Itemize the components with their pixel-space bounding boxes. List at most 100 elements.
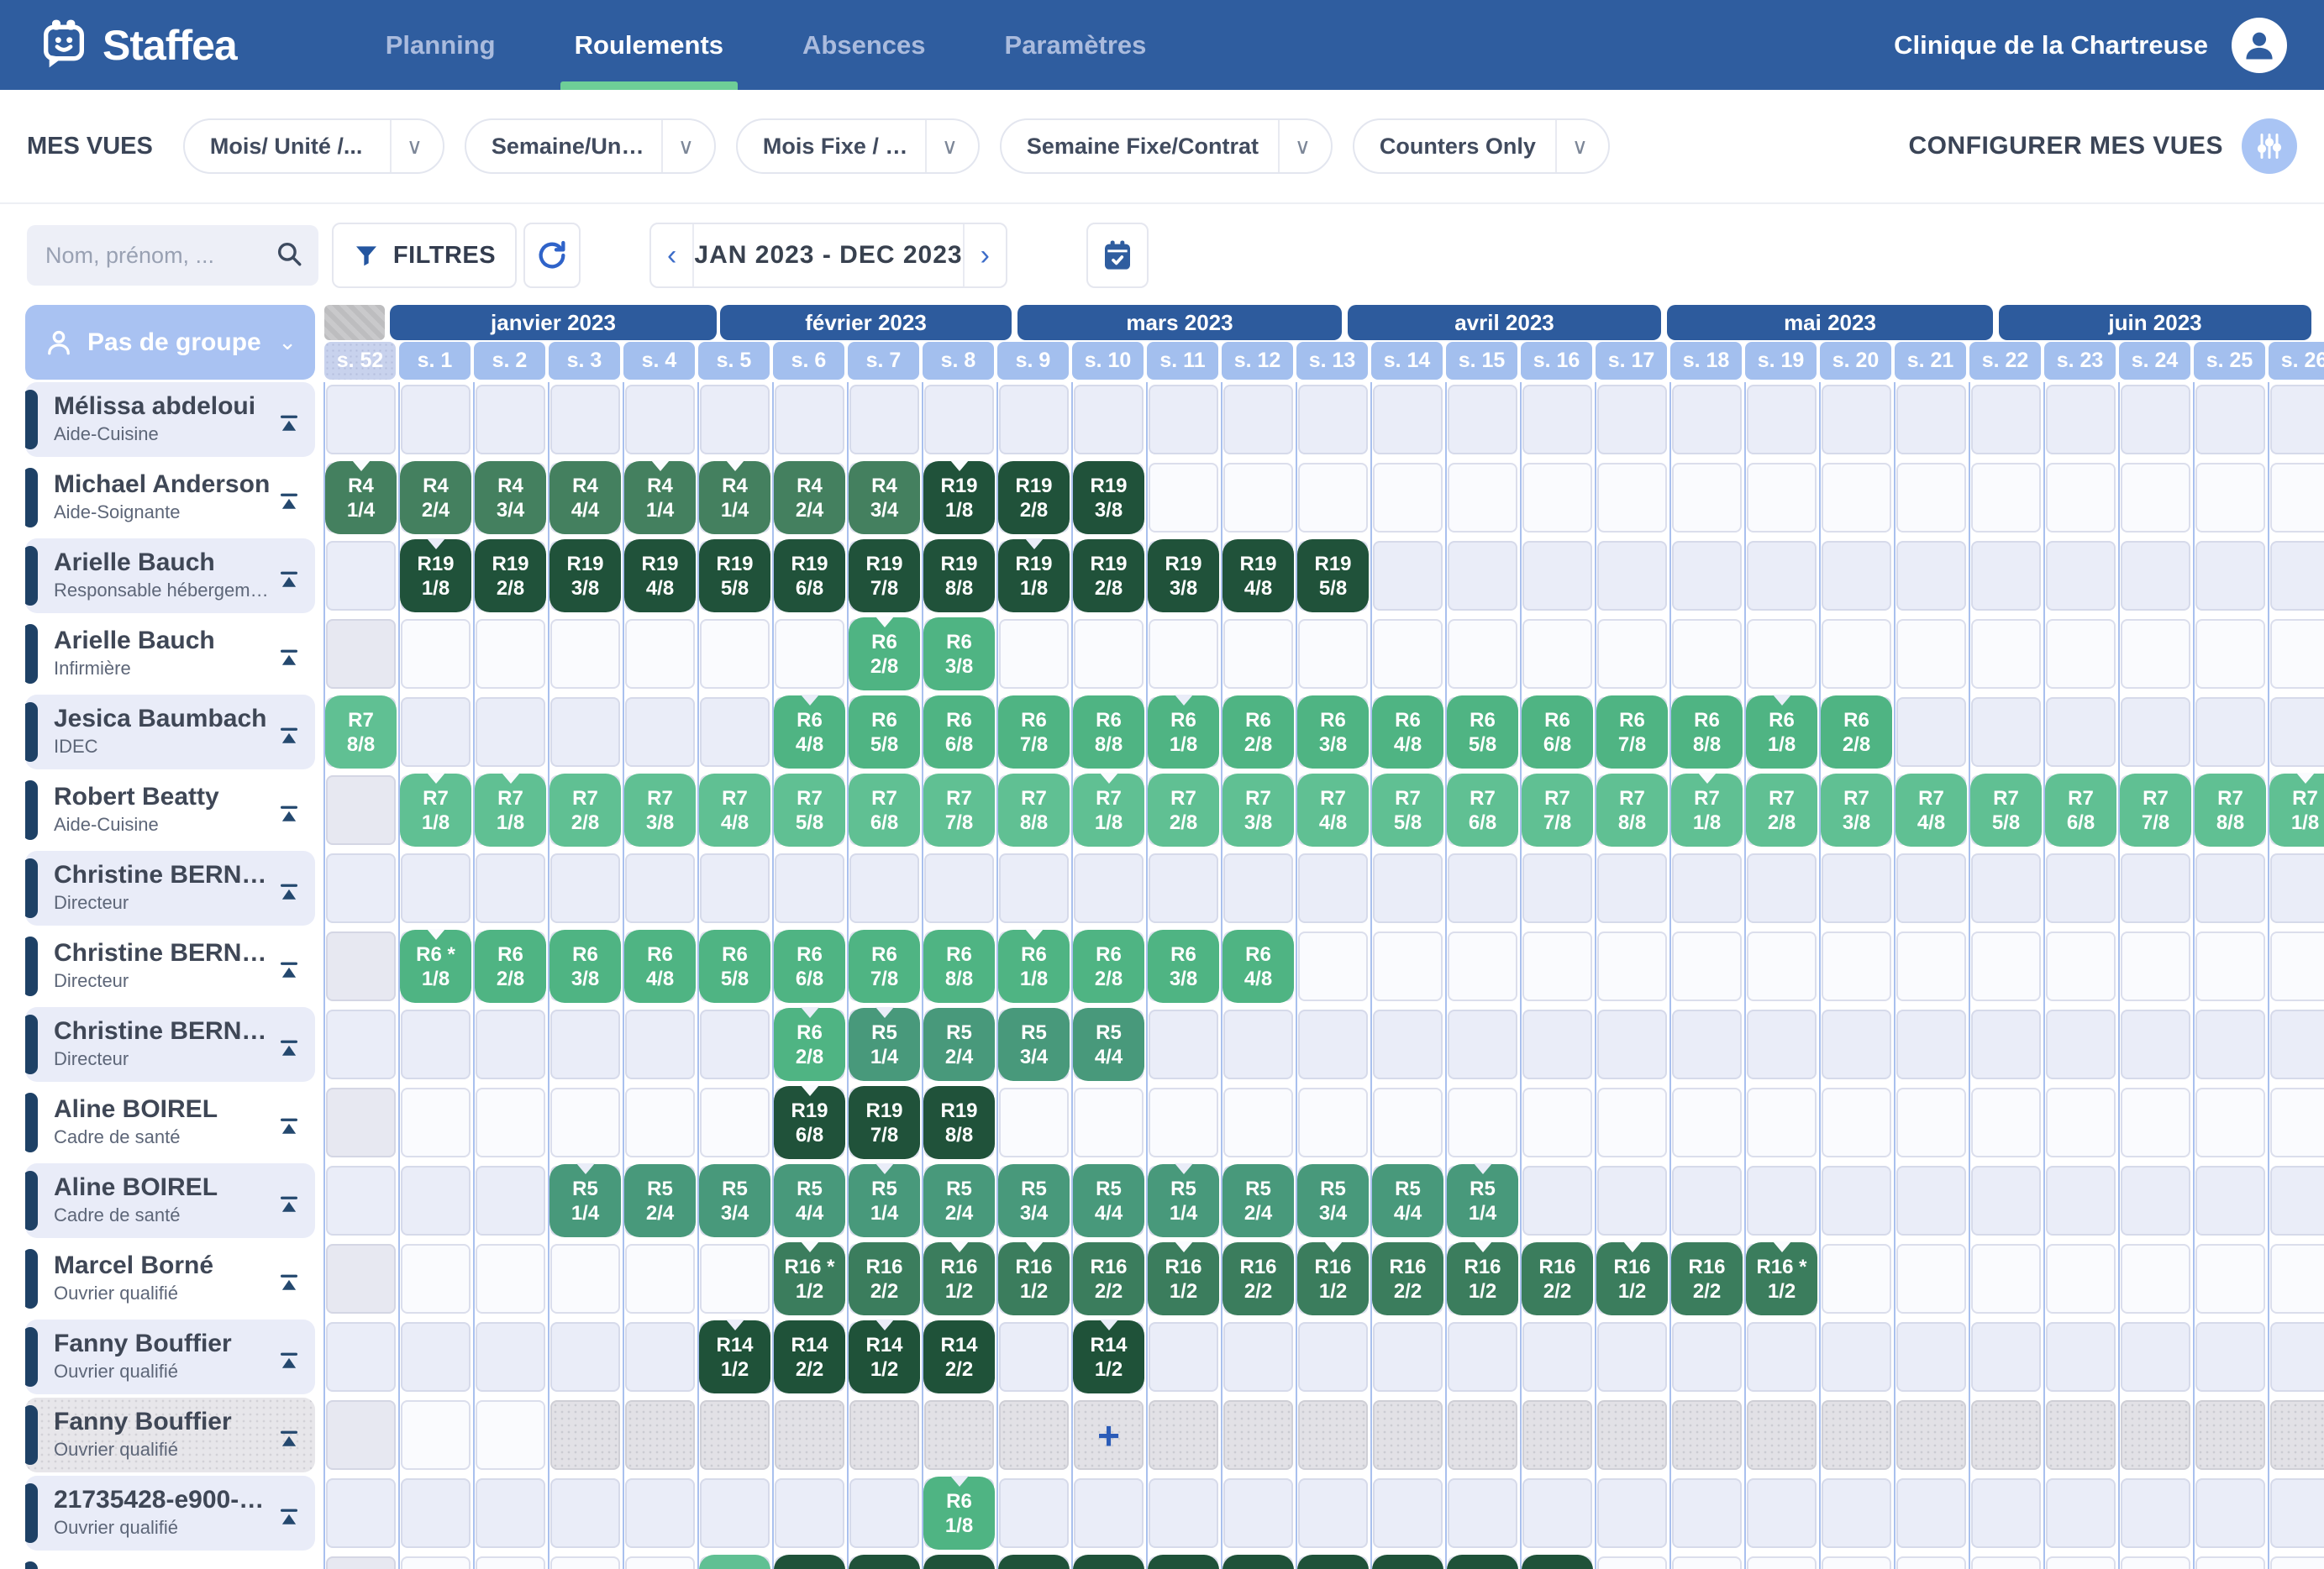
filters-button[interactable]: FILTRES xyxy=(332,223,517,288)
schedule-cell[interactable] xyxy=(1522,619,1592,689)
shift-chip[interactable]: R6 2/8 xyxy=(1073,930,1144,1003)
schedule-cell[interactable] xyxy=(1597,463,1667,533)
schedule-cell[interactable] xyxy=(550,1556,620,1569)
shift-chip[interactable]: R16 1/2 xyxy=(1447,1241,1518,1315)
schedule-cell[interactable] xyxy=(1896,1166,1966,1236)
schedule-cell[interactable] xyxy=(625,853,695,923)
schedule-cell[interactable] xyxy=(401,1478,471,1548)
schedule-cell[interactable] xyxy=(1971,1088,2041,1157)
employee-card[interactable]: 21735428-e900-4e... Ouvrier qualifié xyxy=(25,1476,315,1551)
schedule-cell[interactable] xyxy=(1747,385,1817,454)
schedule-cell[interactable] xyxy=(401,1244,471,1314)
schedule-cell[interactable] xyxy=(1298,931,1368,1001)
schedule-cell[interactable] xyxy=(1896,385,1966,454)
employee-card[interactable]: Arielle Bauch Infirmière xyxy=(25,617,315,691)
shift-chip[interactable]: R19 1/8 xyxy=(998,538,1070,612)
schedule-cell[interactable] xyxy=(1822,385,1891,454)
schedule-cell[interactable] xyxy=(401,385,471,454)
shift-chip[interactable]: R7 6/8 xyxy=(849,774,920,847)
collapse-icon[interactable] xyxy=(276,723,302,753)
schedule-cell[interactable] xyxy=(2046,1322,2116,1392)
schedule-cell[interactable] xyxy=(999,853,1069,923)
shift-chip[interactable]: R6 1/8 xyxy=(1148,695,1219,769)
shift-chip[interactable]: R16 2/2 xyxy=(1671,1242,1743,1315)
shift-chip[interactable]: R5 1/4 xyxy=(1148,1163,1219,1237)
schedule-cell[interactable] xyxy=(625,619,695,689)
shift-chip[interactable]: R7 1/8 xyxy=(1073,773,1144,847)
shift-chip[interactable] xyxy=(699,1555,770,1569)
schedule-cell[interactable] xyxy=(1822,853,1891,923)
schedule-cell[interactable] xyxy=(2046,1478,2116,1548)
schedule-cell[interactable] xyxy=(924,853,994,923)
collapse-icon[interactable] xyxy=(276,567,302,596)
schedule-cell[interactable] xyxy=(2195,541,2265,611)
schedule-cell[interactable] xyxy=(700,697,770,767)
collapse-icon[interactable] xyxy=(276,1192,302,1221)
schedule-cell[interactable] xyxy=(401,697,471,767)
shift-chip[interactable]: R7 1/8 xyxy=(1671,773,1743,847)
shift-chip[interactable] xyxy=(1148,1555,1219,1569)
shift-chip[interactable]: R5 3/4 xyxy=(1297,1164,1369,1237)
schedule-cell[interactable] xyxy=(1747,463,1817,533)
schedule-cell[interactable] xyxy=(2046,463,2116,533)
schedule-cell[interactable] xyxy=(1597,1556,1667,1569)
schedule-cell[interactable] xyxy=(2270,697,2324,767)
schedule-cell[interactable] xyxy=(1149,385,1218,454)
schedule-cell[interactable] xyxy=(1971,1010,2041,1079)
schedule-cell[interactable] xyxy=(625,385,695,454)
schedule-cell[interactable] xyxy=(476,1322,545,1392)
schedule-cell[interactable] xyxy=(924,1400,994,1470)
employee-card[interactable]: Robert Beatty Aide-Cuisine xyxy=(25,773,315,847)
calendar-button[interactable] xyxy=(1086,223,1149,288)
shift-chip[interactable]: R5 4/4 xyxy=(1372,1164,1443,1237)
collapse-icon[interactable] xyxy=(276,1270,302,1299)
schedule-cell[interactable] xyxy=(1597,1010,1667,1079)
schedule-cell[interactable] xyxy=(2046,1244,2116,1314)
shift-chip[interactable] xyxy=(998,1555,1070,1569)
schedule-cell[interactable] xyxy=(1149,463,1218,533)
shift-chip[interactable]: R6 2/8 xyxy=(774,1007,845,1081)
schedule-cell[interactable] xyxy=(2270,1244,2324,1314)
shift-chip[interactable]: R4 2/4 xyxy=(400,461,471,534)
schedule-cell[interactable] xyxy=(550,619,620,689)
shift-chip[interactable] xyxy=(1522,1555,1593,1569)
schedule-cell[interactable] xyxy=(1896,619,1966,689)
shift-chip[interactable]: R6 2/8 xyxy=(849,617,920,690)
schedule-cell[interactable] xyxy=(999,619,1069,689)
shift-chip[interactable]: R6 * 1/8 xyxy=(400,929,471,1003)
schedule-cell[interactable] xyxy=(476,1010,545,1079)
schedule-cell[interactable] xyxy=(550,1400,620,1470)
shift-chip[interactable]: R5 3/4 xyxy=(998,1164,1070,1237)
shift-chip[interactable]: R6 6/8 xyxy=(1522,695,1593,769)
employee-card[interactable]: Christine BERNADAS Directeur xyxy=(25,1007,315,1082)
next-period-button[interactable]: › xyxy=(962,224,1006,286)
employee-card[interactable]: Aline BOIREL Cadre de santé xyxy=(25,1085,315,1160)
collapse-icon[interactable] xyxy=(276,879,302,909)
schedule-cell[interactable] xyxy=(1223,1010,1293,1079)
view-dropdown-1[interactable]: Mois/ Unité /... ∨ xyxy=(182,118,444,174)
schedule-cell[interactable] xyxy=(1822,619,1891,689)
schedule-cell[interactable] xyxy=(1448,463,1517,533)
schedule-cell[interactable] xyxy=(2121,1166,2190,1236)
schedule-cell[interactable] xyxy=(700,1010,770,1079)
schedule-cell[interactable] xyxy=(1672,619,1742,689)
schedule-cell[interactable] xyxy=(1896,541,1966,611)
view-dropdown-5[interactable]: Counters Only ∨ xyxy=(1352,118,1610,174)
schedule-cell[interactable] xyxy=(550,1244,620,1314)
schedule-cell[interactable] xyxy=(2121,853,2190,923)
schedule-cell[interactable] xyxy=(700,385,770,454)
schedule-cell[interactable] xyxy=(924,385,994,454)
shift-chip[interactable]: R6 4/8 xyxy=(1372,695,1443,769)
schedule-cell[interactable] xyxy=(326,1166,396,1236)
schedule-cell[interactable] xyxy=(1971,1322,2041,1392)
schedule-cell[interactable] xyxy=(775,385,844,454)
schedule-cell[interactable] xyxy=(1448,1010,1517,1079)
schedule-cell[interactable] xyxy=(2270,1010,2324,1079)
shift-chip[interactable] xyxy=(1222,1555,1294,1569)
collapse-icon[interactable] xyxy=(276,411,302,440)
schedule-cell[interactable] xyxy=(1971,619,2041,689)
shift-chip[interactable]: R19 6/8 xyxy=(774,539,845,612)
schedule-cell[interactable] xyxy=(550,1478,620,1548)
schedule-cell[interactable] xyxy=(1672,1322,1742,1392)
employee-card[interactable]: Christine BERNADAS Directeur xyxy=(25,929,315,1004)
